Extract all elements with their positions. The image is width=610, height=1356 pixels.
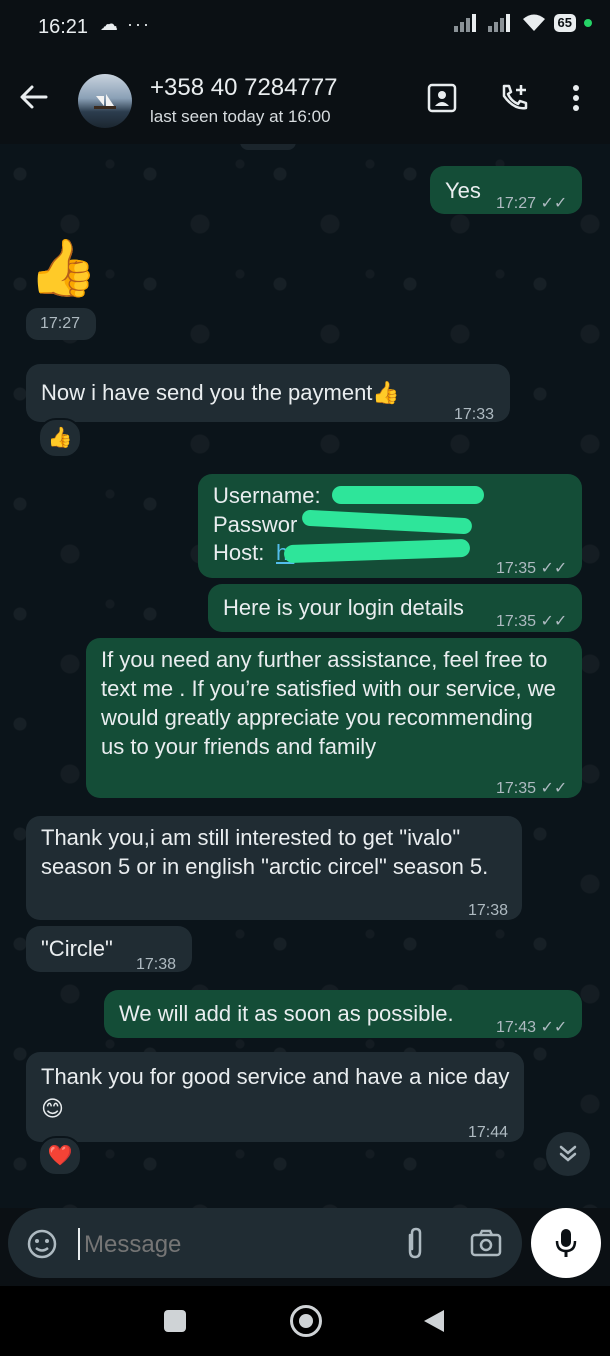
message-time: 17:33 <box>454 406 495 423</box>
message-time: 17:27 ✓✓ <box>496 195 568 212</box>
message-time: 17:38 <box>468 902 509 919</box>
status-bar: 16:21 ☁ ··· 65 <box>0 0 610 52</box>
message-text: Yes <box>445 178 481 203</box>
message-outgoing[interactable]: If you need any further assistance, feel… <box>86 638 582 798</box>
credentials-line-host: Host: <box>213 540 265 565</box>
message-incoming[interactable]: Thank you for good service and have a ni… <box>26 1052 524 1142</box>
read-ticks-icon: ✓✓ <box>540 1019 568 1036</box>
message-time: 17:35 ✓✓ <box>496 780 568 797</box>
message-reaction[interactable]: ❤️ <box>38 1136 82 1176</box>
message-text: Thank you for good service and have a ni… <box>41 1064 510 1121</box>
contact-name[interactable]: +358 40 7284777 <box>150 74 338 102</box>
message-time: 17:44 <box>468 1124 509 1141</box>
message-text: We will add it as soon as possible. <box>119 1001 454 1026</box>
message-outgoing[interactable]: Here is your login details 17:35 ✓✓ <box>208 584 582 632</box>
message-incoming[interactable]: Thank you,i am still interested to get "… <box>26 816 522 920</box>
message-text: If you need any further assistance, feel… <box>101 647 556 759</box>
contact-card-icon[interactable] <box>426 82 458 114</box>
more-vert-icon[interactable] <box>566 82 586 114</box>
text-cursor <box>78 1228 80 1260</box>
signal-icon-2 <box>487 14 510 32</box>
message-time-pill: 17:27 <box>26 308 96 340</box>
back-arrow-icon[interactable] <box>18 82 48 112</box>
status-notification-icons: ☁ ··· <box>100 14 151 34</box>
voice-record-button[interactable] <box>531 1208 601 1278</box>
add-call-icon[interactable] <box>498 82 530 114</box>
message-text: Here is your login details <box>223 595 464 620</box>
status-right: 65 <box>453 14 592 32</box>
battery-indicator: 65 <box>553 14 576 32</box>
credentials-line-password: Passwor <box>213 512 298 537</box>
system-nav-bar <box>0 1286 610 1356</box>
scroll-to-bottom-button[interactable] <box>546 1132 590 1176</box>
thumbs-up-emoji: 👍 <box>28 236 98 299</box>
read-ticks-icon: ✓✓ <box>540 195 568 212</box>
privacy-dot <box>584 19 592 27</box>
message-time: 17:35 ✓✓ <box>496 613 568 630</box>
message-time: 17:35 ✓✓ <box>496 560 568 577</box>
boat-image <box>94 94 116 109</box>
message-time: 17:27 <box>40 315 81 332</box>
message-time: 17:38 <box>136 956 177 973</box>
avatar[interactable] <box>78 74 132 128</box>
chat-area[interactable]: Yes 17:27 ✓✓ 👍 17:27 Now i have send you… <box>0 144 610 1208</box>
double-chevron-down-icon <box>559 1145 577 1162</box>
mic-icon <box>555 1229 577 1257</box>
redaction-scribble <box>332 486 484 504</box>
last-seen: last seen today at 16:00 <box>150 107 331 126</box>
sticker-icon[interactable] <box>26 1228 58 1260</box>
message-time: 17:43 ✓✓ <box>496 1019 568 1036</box>
message-incoming[interactable]: Now i have send you the payment👍 17:33 <box>26 364 510 423</box>
message-incoming-emoji[interactable]: 👍 17:27 <box>26 236 98 346</box>
read-ticks-icon: ✓✓ <box>540 613 568 630</box>
wifi-icon <box>522 14 545 31</box>
credentials-line-username: Username: <box>213 483 321 508</box>
message-reaction[interactable]: 👍 <box>38 418 82 458</box>
status-time: 16:21 <box>38 16 89 38</box>
message-text: Thank you,i am still interested to get "… <box>41 825 489 879</box>
message-input[interactable] <box>82 1224 386 1266</box>
message-composer[interactable] <box>8 1208 522 1278</box>
message-text: "Circle" <box>41 936 113 961</box>
back-button[interactable] <box>424 1310 444 1332</box>
message-text: Now i have send you the payment👍 <box>41 380 400 405</box>
partial-date-pill <box>240 144 296 150</box>
read-ticks-icon: ✓✓ <box>540 560 568 577</box>
message-outgoing[interactable]: Yes 17:27 ✓✓ <box>430 166 582 214</box>
redaction-scribble <box>301 509 473 535</box>
home-button[interactable] <box>290 1305 322 1337</box>
signal-icon <box>453 14 476 32</box>
recents-button[interactable] <box>164 1310 186 1332</box>
camera-icon[interactable] <box>470 1228 502 1258</box>
read-ticks-icon: ✓✓ <box>540 780 568 797</box>
chat-header: +358 40 7284777 last seen today at 16:00 <box>0 52 610 144</box>
redaction-scribble <box>283 538 471 564</box>
message-outgoing-credentials[interactable]: Username: Passwor Host: ht 17:35 ✓✓ <box>198 474 582 578</box>
message-outgoing[interactable]: We will add it as soon as possible. 17:4… <box>104 990 582 1038</box>
message-incoming[interactable]: "Circle" 17:38 <box>26 926 192 973</box>
attach-icon[interactable] <box>402 1227 428 1261</box>
